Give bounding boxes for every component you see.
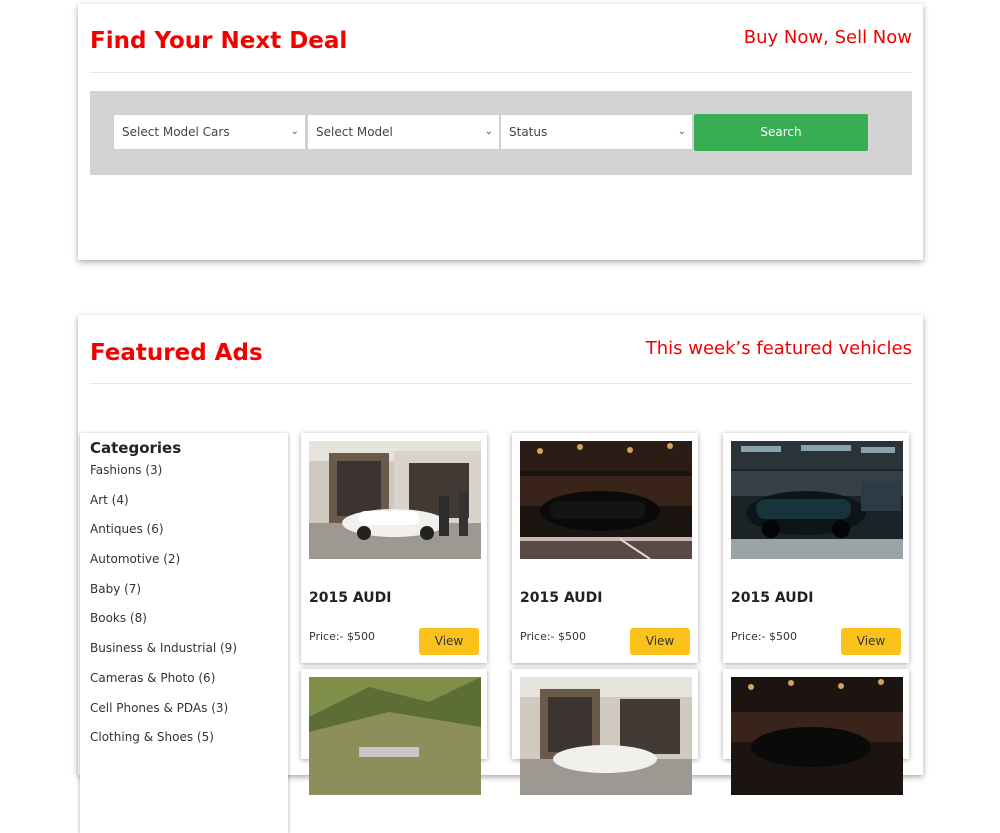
category-item[interactable]: Art (4) [90, 492, 237, 522]
ad-title: 2015 AUDI [309, 590, 392, 606]
car-image[interactable] [520, 441, 692, 559]
divider [90, 72, 912, 73]
ad-card [512, 669, 698, 795]
ad-price: Price:- $500 [520, 630, 586, 643]
status-select-value: Status [509, 125, 548, 139]
categories-sidebar: Categories Fashions (3) Art (4) Antiques… [80, 433, 288, 833]
ad-card: 2015 AUDI Price:- $500 View [723, 433, 909, 663]
model-select-value: Select Model [316, 125, 393, 139]
ad-card: 2015 AUDI Price:- $500 View [301, 433, 487, 663]
model-select[interactable]: Select Model ⌄ [307, 114, 500, 150]
chevron-down-icon: ⌄ [484, 126, 493, 137]
featured-panel: Featured Ads This week’s featured vehicl… [78, 315, 923, 833]
car-image[interactable] [731, 441, 903, 559]
category-item[interactable]: Books (8) [90, 610, 237, 640]
category-item[interactable]: Clothing & Shoes (5) [90, 729, 237, 759]
section-tagline: This week’s featured vehicles [645, 338, 912, 359]
chevron-down-icon: ⌄ [677, 126, 686, 137]
ad-price: Price:- $500 [309, 630, 375, 643]
ad-title: 2015 AUDI [731, 590, 814, 606]
ad-title: 2015 AUDI [520, 590, 603, 606]
section-title: Featured Ads [90, 340, 263, 366]
ad-card [723, 669, 909, 795]
chevron-down-icon: ⌄ [290, 126, 299, 137]
tagline: Buy Now, Sell Now [743, 27, 912, 48]
category-item[interactable]: Automotive (2) [90, 551, 237, 581]
category-item[interactable]: Cell Phones & PDAs (3) [90, 700, 237, 730]
car-image[interactable] [309, 441, 481, 559]
category-item[interactable]: Baby (7) [90, 581, 237, 611]
search-bar: Select Model Cars ⌄ Select Model ⌄ Statu… [90, 91, 912, 175]
category-item[interactable]: Fashions (3) [90, 462, 237, 492]
search-panel: Find Your Next Deal Buy Now, Sell Now Se… [78, 4, 923, 260]
categories-title: Categories [90, 439, 182, 457]
ad-card [301, 669, 487, 795]
model-cars-select[interactable]: Select Model Cars ⌄ [113, 114, 306, 150]
page-title: Find Your Next Deal [90, 28, 348, 54]
car-image[interactable] [731, 677, 903, 795]
category-item[interactable]: Antiques (6) [90, 521, 237, 551]
category-item[interactable]: Business & Industrial (9) [90, 640, 237, 670]
car-image[interactable] [309, 677, 481, 795]
view-button[interactable]: View [419, 628, 479, 655]
model-cars-select-value: Select Model Cars [122, 125, 230, 139]
car-image[interactable] [520, 677, 692, 795]
ad-price: Price:- $500 [731, 630, 797, 643]
status-select[interactable]: Status ⌄ [500, 114, 693, 150]
category-item[interactable]: Cameras & Photo (6) [90, 670, 237, 700]
search-button[interactable]: Search [694, 114, 868, 151]
view-button[interactable]: View [630, 628, 690, 655]
view-button[interactable]: View [841, 628, 901, 655]
divider [90, 383, 912, 384]
ad-card: 2015 AUDI Price:- $500 View [512, 433, 698, 663]
categories-list: Fashions (3) Art (4) Antiques (6) Automo… [90, 462, 237, 759]
